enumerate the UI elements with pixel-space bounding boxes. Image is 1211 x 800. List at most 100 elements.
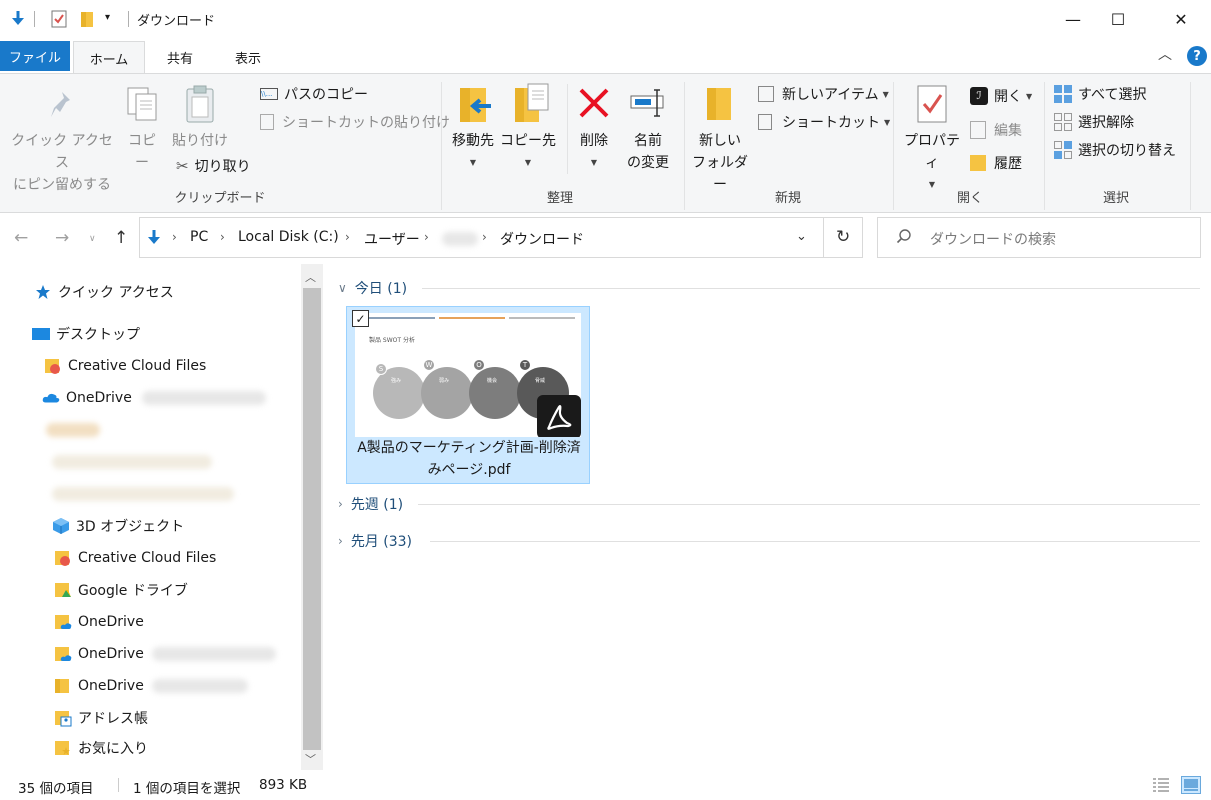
group-header-last-week[interactable]: › 先週 (1) (338, 494, 1200, 514)
account-name-blurred (151, 679, 248, 693)
rename-button[interactable]: 名前 の変更 (622, 130, 674, 174)
breadcrumb-chevron-icon[interactable]: › (424, 230, 429, 244)
nav-item-quick-access[interactable]: クイック アクセス (34, 278, 174, 306)
edit-button[interactable]: 編集 (970, 120, 1022, 140)
scrollbar-thumb[interactable] (303, 288, 321, 750)
nav-item-desktop[interactable]: デスクトップ (32, 320, 140, 348)
file-name-line1: A製品のマーケティング計画-削除済 (357, 440, 581, 456)
breadcrumb-downloads[interactable]: ダウンロード (500, 229, 584, 249)
customize-chevron-icon[interactable]: ▾ (105, 12, 110, 23)
breadcrumb-pc[interactable]: PC (190, 229, 208, 245)
nav-item-creative-cloud-files-2[interactable]: Creative Cloud Files (54, 544, 216, 572)
paste-shortcut-button[interactable]: ショートカットの貼り付け (260, 112, 450, 132)
scroll-up-icon[interactable]: ︿ (305, 269, 316, 285)
nav-item-onedrive-4[interactable]: OneDrive (54, 672, 248, 700)
copy-to-label: コピー先 (500, 133, 556, 149)
search-input[interactable]: ダウンロードの検索 (930, 229, 1056, 249)
refresh-icon[interactable]: ↻ (836, 227, 850, 247)
group-header-last-month[interactable]: › 先月 (33) (338, 531, 1200, 551)
large-icons-view-icon[interactable] (1181, 776, 1201, 798)
tab-home[interactable]: ホーム (73, 41, 145, 74)
copy-to-button[interactable]: コピー先 ▼ (500, 130, 556, 174)
select-none-label: 選択解除 (1078, 115, 1134, 131)
group-header-today[interactable]: ∨ 今日 (1) (338, 278, 1200, 298)
rename-label-line2: の変更 (627, 155, 669, 171)
nav-item-google-drive[interactable]: Google ドライブ (54, 576, 188, 604)
nav-item-blurred-2[interactable] (52, 480, 234, 508)
select-none-button[interactable]: 選択解除 (1054, 112, 1134, 132)
new-folder-button[interactable]: 新しい フォルダー (688, 130, 752, 196)
breadcrumb-chevron-icon[interactable]: › (220, 230, 225, 244)
breadcrumb-chevron-icon[interactable]: › (345, 230, 350, 244)
copy-path-button[interactable]: \\... パスのコピー (260, 84, 368, 104)
chevron-down-icon: ▼ (1026, 91, 1033, 101)
selection-checkbox[interactable]: ✓ (352, 310, 369, 327)
delete-button[interactable]: 削除 ▼ (572, 130, 616, 174)
chevron-right-icon: › (338, 534, 343, 548)
history-button[interactable]: 履歴 (970, 153, 1022, 173)
separator (823, 218, 824, 257)
back-arrow-icon[interactable]: ← (14, 228, 28, 248)
address-bar[interactable]: › PC › Local Disk (C:) › ユーザー › › ダウンロード… (139, 217, 863, 258)
scroll-down-icon[interactable]: ﹀ (305, 751, 316, 767)
tab-view[interactable]: 表示 (218, 41, 278, 73)
close-button[interactable]: ✕ (1158, 0, 1204, 38)
breadcrumb-users[interactable]: ユーザー (364, 229, 420, 249)
shortcut-button[interactable]: ショートカット ▼ (758, 112, 890, 132)
copy-path-label: パスのコピー (284, 87, 368, 103)
details-view-icon[interactable] (1152, 777, 1170, 797)
invert-selection-button[interactable]: 選択の切り替え (1054, 140, 1176, 160)
tab-file[interactable]: ファイル (0, 41, 70, 71)
paste-button[interactable]: 貼り付け (170, 130, 230, 152)
breadcrumb-chevron-icon[interactable]: › (172, 230, 177, 244)
help-icon[interactable]: ? (1187, 46, 1207, 66)
nav-item-3d-objects[interactable]: 3D オブジェクト (52, 512, 184, 540)
move-to-button[interactable]: 移動先 ▼ (445, 130, 501, 174)
nav-item-creative-cloud-files[interactable]: Creative Cloud Files (44, 352, 206, 380)
breadcrumb-chevron-icon[interactable]: › (482, 230, 487, 244)
swot-letter-o: O (473, 359, 485, 371)
tab-share[interactable]: 共有 (152, 41, 208, 73)
properties-check-icon[interactable] (51, 10, 67, 31)
group-divider (422, 288, 1200, 289)
status-bar: 35 個の項目 1 個の項目を選択 893 KB (0, 770, 1211, 800)
search-box[interactable]: ダウンロードの検索 (877, 217, 1201, 258)
new-item-button[interactable]: 新しいアイテム ▼ (758, 84, 889, 104)
nav-item-blurred-1[interactable] (52, 448, 212, 476)
breadcrumb-username-blurred[interactable] (442, 232, 478, 246)
group-separator (893, 82, 894, 210)
minimize-button[interactable]: — (1050, 0, 1096, 38)
cut-button[interactable]: ✂ 切り取り (176, 156, 251, 176)
nav-item-address-book[interactable]: アドレス帳 (54, 704, 148, 732)
navigation-scrollbar[interactable]: ︿ ﹀ (301, 264, 323, 770)
nav-item-onedrive-3[interactable]: OneDrive (54, 640, 276, 668)
swot-circle-o (469, 367, 521, 419)
nav-item-favorites[interactable]: お気に入り (54, 734, 148, 762)
recent-locations-chevron-icon[interactable]: ∨ (89, 234, 96, 244)
group-label-new: 新規 (774, 191, 801, 206)
open-button[interactable]: ℐ 開く ▼ (970, 86, 1032, 106)
nav-item-blurred-user[interactable] (46, 416, 100, 444)
nav-item-onedrive[interactable]: OneDrive (42, 384, 266, 412)
group-label-open: 開く (956, 191, 983, 206)
address-dropdown-chevron-icon[interactable]: ⌄ (796, 229, 807, 244)
file-tile-selected[interactable]: 製品 SWOT 分析 S W O T 強み 弱み 機会 脅威 ✓ A製品のマーケ… (346, 306, 590, 484)
rename-label-line1: 名前 (634, 133, 662, 149)
select-all-button[interactable]: すべて選択 (1054, 84, 1146, 104)
nav-item-onedrive-2[interactable]: OneDrive (54, 608, 144, 636)
new-folder-icon[interactable] (80, 10, 94, 31)
account-email-blurred (141, 391, 266, 405)
maximize-button[interactable]: ☐ (1095, 0, 1141, 38)
forward-arrow-icon[interactable]: → (55, 228, 69, 248)
download-arrow-icon (10, 10, 26, 31)
rename-icon (629, 88, 669, 121)
paste-shortcut-label: ショートカットの貼り付け (282, 115, 450, 131)
folder-icon (54, 677, 72, 695)
up-arrow-icon[interactable]: ↑ (114, 228, 128, 248)
nav-label: デスクトップ (56, 327, 140, 343)
breadcrumb-local-disk[interactable]: Local Disk (C:) (238, 229, 339, 245)
copy-button[interactable]: コピー (122, 130, 162, 174)
pin-quick-access-button[interactable]: クイック アクセス にピン留めする (6, 130, 118, 196)
chevron-down-icon: ▼ (884, 117, 891, 127)
collapse-ribbon-icon[interactable]: ︿ (1158, 44, 1172, 64)
